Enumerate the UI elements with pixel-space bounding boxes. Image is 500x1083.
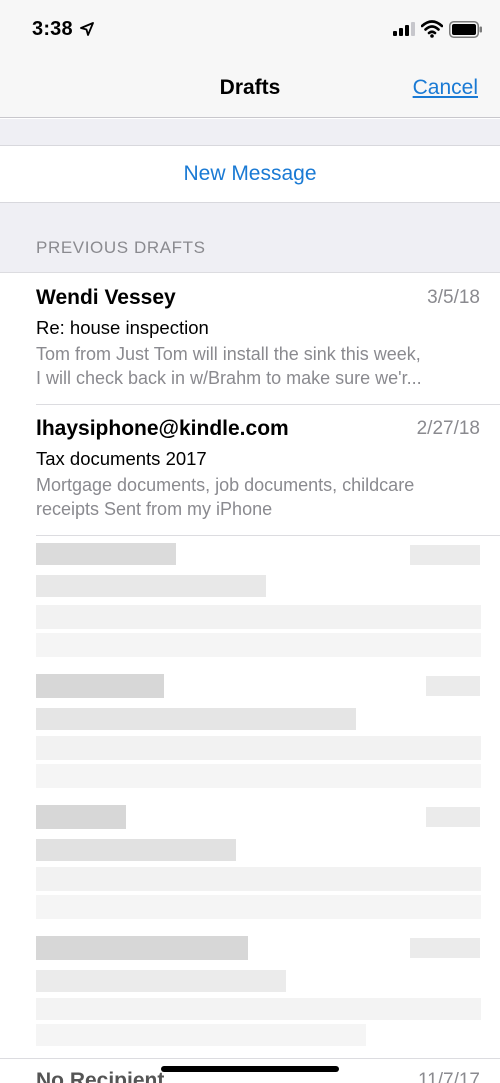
redacted-block — [36, 895, 481, 919]
draft-preview-line: Tom from Just Tom will install the sink … — [36, 344, 421, 364]
status-bar: 3:38 — [0, 0, 500, 62]
redacted-block — [36, 839, 236, 861]
draft-preview: Mortgage documents, job documents, child… — [36, 473, 481, 521]
home-indicator[interactable] — [161, 1066, 339, 1072]
redacted-block — [36, 936, 248, 960]
draft-preview-line: I will check back in w/Brahm to make sur… — [36, 368, 422, 388]
draft-row[interactable]: lhaysiphone@kindle.com 2/27/18 Tax docum… — [0, 405, 500, 536]
redacted-block — [36, 736, 481, 760]
redacted-draft-row[interactable] — [0, 537, 500, 667]
redacted-block — [36, 633, 481, 657]
redacted-block — [36, 764, 481, 788]
redacted-block — [426, 807, 480, 827]
redacted-block — [36, 605, 481, 629]
redacted-block — [36, 543, 176, 565]
redacted-draft-row[interactable] — [0, 799, 500, 929]
wifi-icon — [421, 20, 443, 38]
draft-subject: Tax documents 2017 — [36, 448, 207, 469]
draft-preview-line: receipts Sent from my iPhone — [36, 499, 273, 519]
draft-recipient: No Recipient — [36, 1069, 165, 1083]
redacted-block — [36, 805, 126, 829]
redacted-block — [36, 575, 266, 597]
redacted-block — [426, 676, 480, 696]
draft-subject: Re: house inspection — [36, 317, 209, 338]
section-header: PREVIOUS DRAFTS — [36, 238, 206, 257]
draft-date: 3/5/18 — [427, 287, 480, 308]
redacted-block — [36, 708, 356, 730]
redacted-block — [36, 1024, 366, 1046]
cellular-signal-icon — [393, 22, 415, 36]
section-spacer — [0, 119, 500, 145]
draft-recipient: Wendi Vessey — [36, 286, 176, 309]
nav-bar: Drafts Cancel — [0, 62, 500, 118]
redacted-block — [36, 970, 286, 992]
draft-date: 11/7/17 — [418, 1070, 480, 1083]
status-time: 3:38 — [32, 18, 73, 40]
new-message-button[interactable]: New Message — [0, 145, 500, 203]
redacted-draft-row[interactable] — [0, 668, 500, 798]
redacted-block — [36, 674, 164, 698]
redacted-block — [36, 867, 481, 891]
battery-icon — [449, 21, 482, 38]
draft-row[interactable]: Wendi Vessey 3/5/18 Re: house inspection… — [0, 274, 500, 405]
cancel-button[interactable]: Cancel — [413, 76, 478, 100]
row-divider — [36, 535, 500, 536]
draft-date: 2/27/18 — [416, 418, 480, 439]
draft-preview: Tom from Just Tom will install the sink … — [36, 342, 481, 390]
draft-recipient: lhaysiphone@kindle.com — [36, 417, 289, 440]
redacted-block — [36, 998, 481, 1020]
draft-preview-line: Mortgage documents, job documents, child… — [36, 475, 415, 495]
redacted-block — [410, 938, 480, 958]
redacted-block — [410, 545, 480, 565]
redacted-draft-row[interactable] — [0, 930, 500, 1060]
location-arrow-icon — [80, 22, 94, 36]
